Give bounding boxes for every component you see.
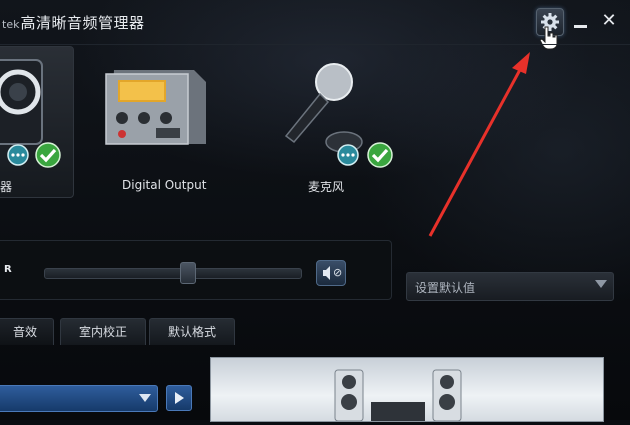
annotation-arrow: [428, 52, 530, 237]
